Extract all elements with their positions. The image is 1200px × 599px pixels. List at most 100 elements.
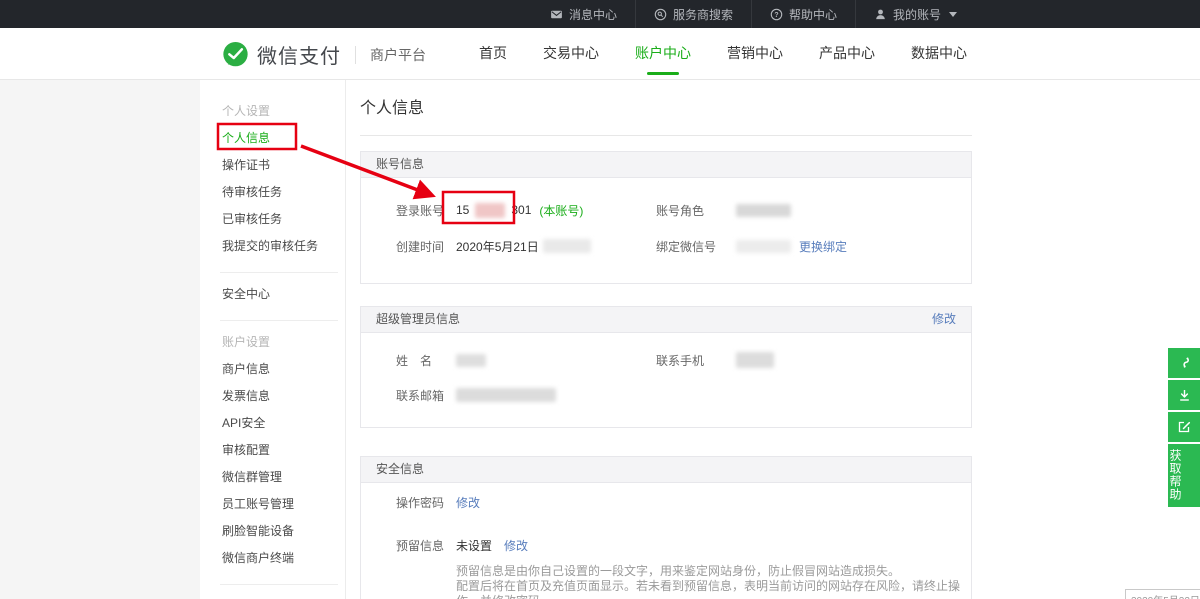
quick-link-button[interactable] (1168, 348, 1200, 378)
wechat-pay-logo-icon (222, 41, 249, 68)
admin-name-row: 姓 名 (396, 349, 656, 371)
brand-subtitle: 商户平台 (370, 45, 426, 65)
reserved-info-help-text: 预留信息是由你自己设置的一段文字，用来鉴定网站身份，防止假冒网站造成损失。 配置… (456, 564, 971, 599)
change-binding-link[interactable]: 更换绑定 (799, 238, 847, 255)
admin-phone-row: 联系手机 (656, 349, 971, 371)
created-time-value: 2020年5月21日 (456, 238, 539, 255)
nav-item-account-center[interactable]: 账户中心 (617, 28, 709, 80)
topbar-item-label: 我的账号 (893, 6, 941, 23)
get-help-button[interactable]: 获取帮助 (1168, 444, 1200, 507)
download-button[interactable] (1168, 380, 1200, 410)
main-nav: 首页 交易中心 账户中心 营销中心 产品中心 数据中心 (461, 28, 985, 80)
reserved-info-row: 预留信息 未设置 修改 (396, 534, 971, 556)
topbar-item-label: 帮助中心 (789, 6, 837, 23)
field-label: 创建时间 (396, 238, 456, 255)
login-account-row: 登录账号 15 301 (本账号) (396, 194, 656, 226)
nav-item-home[interactable]: 首页 (461, 28, 525, 80)
redacted-value (475, 203, 505, 218)
redacted-value (736, 240, 791, 253)
help-center-menu-item[interactable]: ? 帮助中心 (751, 0, 855, 28)
topbar-item-label: 消息中心 (569, 6, 617, 23)
header: 微信支付 商户平台 首页 交易中心 账户中心 营销中心 产品中心 数据中心 (0, 28, 1200, 80)
download-icon (1177, 388, 1192, 403)
title-divider (360, 135, 972, 136)
login-account-value: 15 301 (本账号) (456, 202, 583, 219)
main-content: 个人信息 账号信息 登录账号 15 301 (本账号) (360, 80, 972, 599)
nav-item-product-center[interactable]: 产品中心 (801, 28, 893, 80)
sidebar-section-personal-settings: 个人设置 (222, 98, 345, 125)
panel-title: 超级管理员信息 (376, 307, 460, 332)
super-admin-panel: 超级管理员信息 修改 姓 名 联系手机 联系邮箱 (360, 306, 972, 428)
edit-password-link[interactable]: 修改 (456, 494, 480, 511)
field-label: 登录账号 (396, 202, 456, 219)
login-account-suffix: 301 (511, 203, 531, 217)
panel-title: 安全信息 (376, 457, 424, 482)
current-account-note: (本账号) (539, 202, 583, 219)
page-title: 个人信息 (360, 94, 972, 118)
my-account-menu-item[interactable]: 我的账号 (855, 0, 975, 28)
redacted-value (456, 354, 486, 367)
help-icon: ? (770, 8, 783, 21)
redacted-value (543, 239, 591, 253)
mail-icon (550, 8, 563, 21)
search-icon (654, 8, 667, 21)
sidebar-item-pending-review-tasks[interactable]: 待审核任务 (222, 179, 345, 206)
brand: 微信支付 商户平台 (222, 40, 426, 69)
sidebar-item-merchant-info[interactable]: 商户信息 (222, 356, 345, 383)
sidebar-divider (220, 584, 338, 585)
reserved-info-value: 未设置 (456, 537, 492, 554)
brand-divider (355, 46, 356, 64)
security-info-panel-header: 安全信息 (361, 457, 971, 483)
edit-admin-link[interactable]: 修改 (932, 307, 956, 332)
created-time-row: 创建时间 2020年5月21日 (396, 230, 656, 262)
link-icon (1177, 356, 1192, 371)
sidebar-item-face-smart-device[interactable]: 刷脸智能设备 (222, 518, 345, 545)
redacted-value (736, 204, 791, 217)
sidebar-item-invoice-info[interactable]: 发票信息 (222, 383, 345, 410)
sidebar-item-personal-info[interactable]: 个人信息 (222, 125, 345, 152)
field-label: 联系手机 (656, 352, 736, 369)
sidebar-divider (220, 320, 338, 321)
nav-item-marketing-center[interactable]: 营销中心 (709, 28, 801, 80)
sidebar-item-security-center[interactable]: 安全中心 (222, 281, 345, 308)
message-center-menu-item[interactable]: 消息中心 (532, 0, 635, 28)
app-window: 消息中心 服务商搜索 ? 帮助中心 (0, 0, 1200, 599)
edit-icon (1177, 420, 1192, 435)
redacted-value (456, 388, 556, 402)
field-label: 联系邮箱 (396, 387, 456, 404)
field-label: 预留信息 (396, 537, 456, 554)
topbar-menu: 消息中心 服务商搜索 ? 帮助中心 (532, 0, 975, 28)
account-role-row: 账号角色 (656, 194, 971, 226)
provider-search-menu-item[interactable]: 服务商搜索 (635, 0, 751, 28)
topbar: 消息中心 服务商搜索 ? 帮助中心 (0, 0, 1200, 28)
sidebar-item-wechat-merchant-terminal[interactable]: 微信商户终端 (222, 545, 345, 572)
sidebar-item-staff-account-management[interactable]: 员工账号管理 (222, 491, 345, 518)
sidebar-item-reviewed-tasks[interactable]: 已审核任务 (222, 206, 345, 233)
user-icon (874, 8, 887, 21)
sidebar-item-api-security[interactable]: API安全 (222, 410, 345, 437)
account-info-panel: 账号信息 登录账号 15 301 (本账号) 账号角色 (360, 151, 972, 284)
left-gutter (0, 80, 200, 599)
sidebar-item-my-submitted-tasks[interactable]: 我提交的审核任务 (222, 233, 345, 260)
sidebar-item-operation-certificate[interactable]: 操作证书 (222, 152, 345, 179)
field-label: 账号角色 (656, 202, 736, 219)
feedback-button[interactable] (1168, 412, 1200, 442)
nav-item-label: 账户中心 (635, 45, 691, 61)
help-line: 配置后将在首页及充值页面显示。若未看到预留信息，表明当前访问的网站存在风险，请终… (456, 579, 971, 599)
help-line: 预留信息是由你自己设置的一段文字，用来鉴定网站身份，防止假冒网站造成损失。 (456, 564, 971, 579)
redacted-value (736, 352, 774, 368)
nav-item-transaction-center[interactable]: 交易中心 (525, 28, 617, 80)
sidebar-section-account-settings: 账户设置 (222, 329, 345, 356)
admin-email-row: 联系邮箱 (396, 384, 656, 406)
nav-item-data-center[interactable]: 数据中心 (893, 28, 985, 80)
brand-name: 微信支付 (257, 40, 341, 69)
field-label: 姓 名 (396, 352, 456, 369)
panel-title: 账号信息 (376, 152, 424, 177)
edit-reserved-info-link[interactable]: 修改 (504, 537, 528, 554)
security-info-panel: 安全信息 操作密码 修改 预留信息 未设置 修改 预留信息是由你自己设置的一段文… (360, 456, 972, 599)
sidebar-item-wechat-group-management[interactable]: 微信群管理 (222, 464, 345, 491)
sidebar-item-review-config[interactable]: 审核配置 (222, 437, 345, 464)
chevron-down-icon (949, 12, 957, 17)
sidebar: 个人设置 个人信息 操作证书 待审核任务 已审核任务 我提交的审核任务 安全中心… (200, 80, 346, 599)
date-tooltip: 2020年5月22日 (1125, 589, 1200, 599)
